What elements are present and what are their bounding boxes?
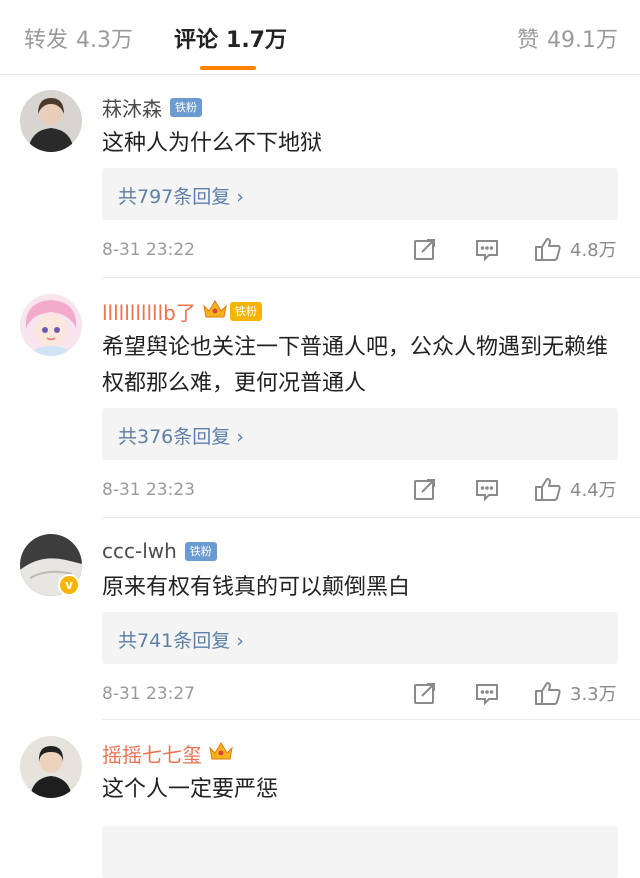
comment-item: 摇摇七七玺 这个人一定要严惩 — [0, 736, 640, 878]
comment-icon — [476, 240, 498, 262]
avatar[interactable] — [20, 90, 82, 152]
comment-tabs-bar: 转发 4.3万 评论 1.7万 赞 49.1万 — [0, 0, 640, 75]
comment-item: lllllllllllb了 铁粉 希望舆论也关注一下普通人吧，公众人物遇到无赖维… — [0, 294, 640, 516]
comment-icon — [476, 684, 498, 706]
comment-time: 8-31 23:22 — [102, 240, 195, 260]
comment-item: v ccc-lwh 铁粉 原来有权有钱真的可以颠倒黑白 共741条回复 › 8-… — [0, 534, 640, 720]
tab-repost-count: 4.3万 — [76, 28, 134, 53]
comment-item: 菻沐森 铁粉 这种人为什么不下地狱 共797条回复 › 8-31 23:22 4… — [0, 90, 640, 278]
like-button[interactable]: 4.8万 — [534, 236, 617, 262]
like-button[interactable]: 4.4万 — [534, 476, 617, 502]
tab-like-count: 49.1万 — [547, 28, 618, 53]
repost-button[interactable] — [412, 680, 438, 706]
name-row: ccc-lwh 铁粉 — [102, 538, 217, 564]
comment-button[interactable] — [474, 680, 500, 706]
fan-badge: 铁粉 — [184, 541, 217, 561]
replies-count-label: 共376条回复 › — [118, 426, 244, 448]
share-icon — [414, 479, 435, 500]
tab-comment-count: 1.7万 — [226, 28, 287, 53]
thumbs-up-icon — [535, 478, 561, 501]
comment-button[interactable] — [474, 476, 500, 502]
tab-repost[interactable]: 转发 4.3万 — [24, 22, 133, 54]
avatar[interactable] — [20, 294, 82, 356]
like-count: 4.8万 — [570, 240, 617, 261]
comment-text: 这种人为什么不下地狱 — [102, 131, 323, 156]
tab-repost-label: 转发 — [24, 28, 69, 53]
tab-like-label: 赞 — [516, 28, 539, 53]
divider — [102, 277, 640, 278]
name-row: 菻沐森 铁粉 — [102, 93, 202, 122]
comment-text: 这个人一定要严惩 — [102, 777, 279, 802]
fan-badge: 铁粉 — [170, 97, 202, 117]
avatar[interactable] — [20, 736, 82, 798]
replies-link[interactable]: 共741条回复 › — [102, 612, 618, 664]
crown-icon — [208, 740, 234, 766]
thumbs-up-icon — [535, 682, 561, 705]
tab-comment[interactable]: 评论 1.7万 — [174, 22, 287, 54]
comment-icon — [476, 480, 498, 502]
username[interactable]: 摇摇七七玺 — [102, 739, 202, 768]
like-count: 4.4万 — [570, 480, 617, 501]
comment-time: 8-31 23:23 — [102, 480, 195, 500]
active-tab-indicator — [200, 66, 256, 70]
username[interactable]: lllllllllllb了 — [102, 297, 196, 326]
share-icon — [414, 683, 435, 704]
share-icon — [414, 239, 435, 260]
replies-count-label: 共741条回复 › — [118, 630, 244, 652]
name-row: lllllllllllb了 铁粉 — [102, 297, 262, 326]
fan-badge: 铁粉 — [229, 301, 262, 321]
divider — [102, 719, 640, 720]
name-row: 摇摇七七玺 — [102, 739, 234, 768]
replies-link[interactable]: 共797条回复 › — [102, 168, 618, 220]
like-count: 3.3万 — [570, 684, 617, 705]
crown-icon — [202, 298, 228, 324]
replies-count-label: 共797条回复 › — [118, 186, 244, 208]
replies-link[interactable] — [102, 826, 618, 878]
like-button[interactable]: 3.3万 — [534, 680, 617, 706]
divider — [102, 517, 640, 518]
thumbs-up-icon — [535, 238, 561, 261]
comment-time: 8-31 23:27 — [102, 684, 195, 704]
tab-like[interactable]: 赞 49.1万 — [517, 22, 618, 54]
username[interactable]: 菻沐森 — [102, 93, 162, 122]
comment-button[interactable] — [474, 236, 500, 262]
comment-text: 希望舆论也关注一下普通人吧，公众人物遇到无赖维权都那么难，更何况普通人 — [102, 335, 609, 396]
repost-button[interactable] — [412, 476, 438, 502]
comment-text: 原来有权有钱真的可以颠倒黑白 — [102, 575, 411, 600]
replies-link[interactable]: 共376条回复 › — [102, 408, 618, 460]
verified-badge-icon: v — [58, 574, 80, 596]
username[interactable]: ccc-lwh — [102, 539, 177, 563]
repost-button[interactable] — [412, 236, 438, 262]
tab-comment-label: 评论 — [174, 28, 219, 53]
